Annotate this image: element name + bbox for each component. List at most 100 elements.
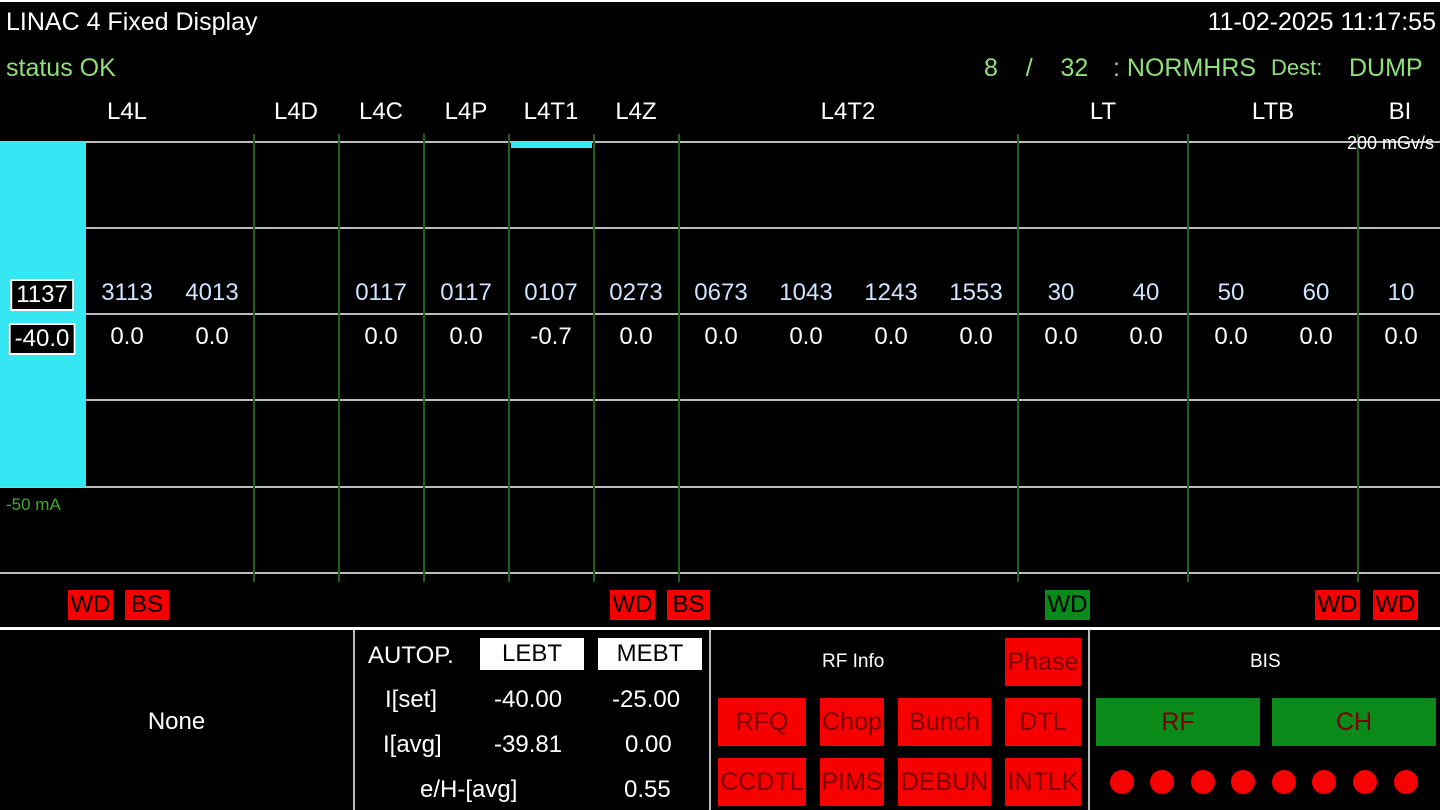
section-label-l4p: L4P	[444, 98, 488, 125]
panel-divider	[709, 630, 711, 810]
section-divider	[508, 134, 510, 582]
channel-id: 3113	[101, 279, 153, 306]
user-counter: 8 / 32	[984, 54, 1088, 83]
channel-value: 0.0	[704, 323, 738, 350]
destination-label: Dest:	[1271, 55, 1323, 80]
bis-status-dot	[1272, 770, 1296, 794]
section-label-bi: BI	[1388, 98, 1412, 125]
rf-rfq-button[interactable]: RFQ	[718, 698, 806, 746]
channel-id: 1553	[949, 279, 1003, 306]
eh-avg-mebt-value: 0.55	[624, 776, 671, 803]
grid-line	[0, 141, 1440, 143]
autop-label: AUTOP.	[368, 642, 454, 669]
scale-top-label: 200 mGv/s	[1346, 133, 1434, 153]
iavg-mebt-value: 0.00	[625, 731, 672, 758]
rf-chop-button[interactable]: Chop	[820, 698, 884, 746]
status-text: status OK	[6, 54, 116, 82]
flag-wd[interactable]: WD	[1373, 590, 1418, 620]
channel-value: -40.0	[8, 323, 76, 355]
section-label-l4d: L4D	[273, 98, 319, 125]
bottom-panel-border	[0, 627, 1440, 630]
flag-wd[interactable]: WD	[1045, 590, 1090, 620]
bis-status-dot	[1231, 770, 1255, 794]
lebt-column-header: LEBT	[480, 638, 584, 670]
channel-value: 0.0	[195, 323, 229, 350]
channel-id: 0673	[694, 279, 748, 306]
section-divider	[1187, 134, 1189, 582]
section-label-ltb: LTB	[1251, 98, 1295, 125]
channel-value: 0.0	[364, 323, 398, 350]
section-divider	[593, 134, 595, 582]
flag-wd[interactable]: WD	[610, 590, 655, 620]
grid-line	[0, 313, 1440, 315]
channel-value: 0.0	[789, 323, 823, 350]
channel-id: 1137	[10, 279, 74, 311]
channel-id: 0117	[355, 279, 407, 306]
section-divider	[253, 134, 255, 582]
user-separator: /	[1025, 54, 1033, 82]
grid-line	[0, 486, 1440, 488]
section-label-l4t1: L4T1	[523, 98, 579, 125]
channel-id: 0273	[609, 279, 663, 306]
grid-line	[0, 399, 1440, 401]
channel-id: 1043	[779, 279, 833, 306]
panel-divider	[1088, 630, 1090, 810]
channel-value: 0.0	[1384, 323, 1418, 350]
flag-wd[interactable]: WD	[1315, 590, 1360, 620]
channel-value: 0.0	[1299, 323, 1333, 350]
row-label-iset: I[set]	[385, 686, 438, 713]
rf-debun-button[interactable]: DEBUN	[898, 758, 991, 806]
l4t1-beam-marker	[511, 142, 592, 148]
row-label-iavg: I[avg]	[383, 731, 442, 758]
section-divider	[678, 134, 680, 582]
rf-intlk-button[interactable]: INTLK	[1005, 758, 1081, 806]
channel-value: 0.0	[110, 323, 144, 350]
row-label-eh-avg: e/H-[avg]	[420, 776, 518, 803]
flag-bs[interactable]: BS	[667, 590, 710, 620]
channel-id: 0117	[440, 279, 492, 306]
channel-value: -0.7	[530, 323, 572, 350]
bis-rf-button[interactable]: RF	[1096, 698, 1260, 746]
section-label-l4l: L4L	[106, 98, 148, 125]
section-divider	[338, 134, 340, 582]
flag-wd[interactable]: WD	[68, 590, 113, 620]
channel-value: 0.0	[1214, 323, 1248, 350]
datetime: 11-02-2025 11:17:55	[1207, 8, 1436, 36]
channel-id: 4013	[185, 279, 239, 306]
bis-status-dot	[1312, 770, 1336, 794]
section-label-l4z: L4Z	[615, 98, 657, 125]
channel-id: 10	[1387, 279, 1415, 306]
bis-status-dot	[1150, 770, 1174, 794]
bis-status-dot	[1110, 770, 1134, 794]
rf-ccdtl-button[interactable]: CCDTL	[718, 758, 806, 806]
bis-status-dot	[1353, 770, 1377, 794]
user-number: 8	[984, 54, 998, 82]
channel-value: 0.0	[874, 323, 908, 350]
grid-line	[0, 572, 1440, 574]
channel-value: 0.0	[619, 323, 653, 350]
iset-lebt-value: -40.00	[494, 686, 563, 713]
bis-title: BIS	[1250, 651, 1281, 672]
grid-line	[0, 227, 1440, 229]
rf-dtl-button[interactable]: DTL	[1005, 698, 1081, 746]
channel-id: 40	[1132, 279, 1160, 306]
section-label-l4t2: L4T2	[820, 98, 876, 125]
channel-id: 50	[1217, 279, 1245, 306]
section-divider	[1017, 134, 1019, 582]
channel-value: 0.0	[959, 323, 993, 350]
message-text: None	[147, 708, 206, 735]
flag-bs[interactable]: BS	[125, 590, 169, 620]
channel-id: 1243	[864, 279, 918, 306]
bis-ch-button[interactable]: CH	[1272, 698, 1436, 746]
rf-pims-button[interactable]: PIMS	[820, 758, 884, 806]
user-total: 32	[1060, 54, 1089, 82]
channel-id: 30	[1047, 279, 1075, 306]
mebt-column-header: MEBT	[598, 638, 702, 670]
app-title: LINAC 4 Fixed Display	[6, 8, 258, 36]
cycle-name: : NORMHRS	[1113, 54, 1257, 82]
bis-status-dot	[1394, 770, 1418, 794]
channel-id: 0107	[524, 279, 578, 306]
rf-phase-button[interactable]: Phase	[1005, 638, 1081, 686]
rf-bunch-button[interactable]: Bunch	[898, 698, 991, 746]
section-label-l4c: L4C	[358, 98, 404, 125]
